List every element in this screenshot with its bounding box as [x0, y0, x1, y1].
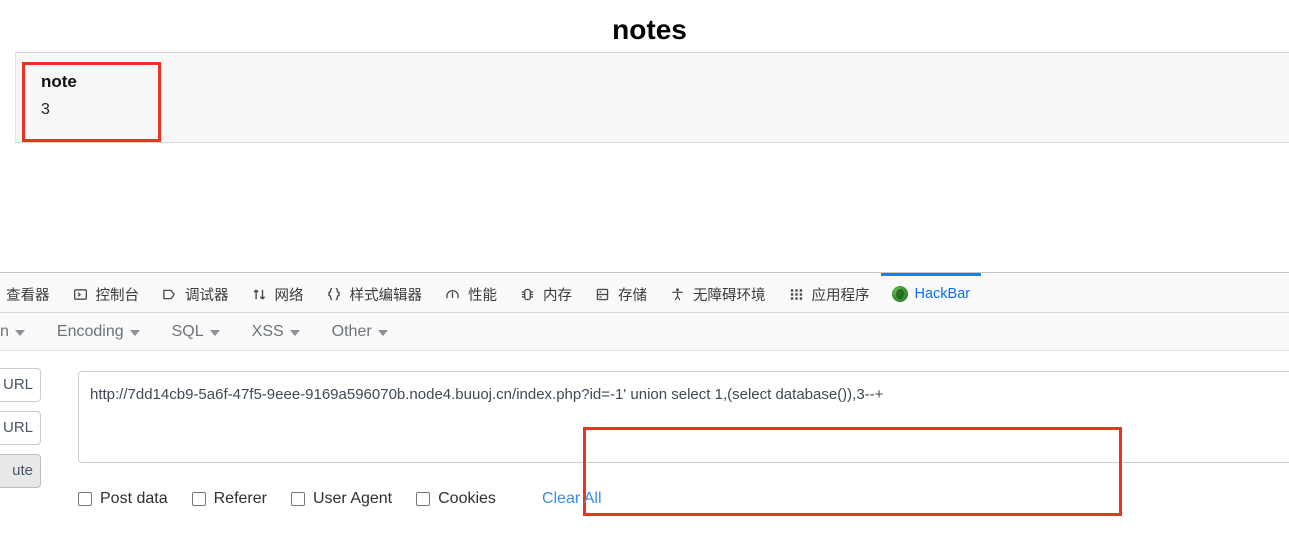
hackbar-menu-label: SQL — [171, 322, 204, 340]
devtools-tab-label: 应用程序 — [811, 287, 870, 304]
devtools-tab-style-editor[interactable]: 样式编辑器 — [315, 273, 434, 312]
hackbar-body: URL URL ute http://7dd14cb9-5a6f-47f5-9e… — [0, 351, 1289, 550]
load-url-button[interactable]: URL — [0, 368, 41, 402]
accessibility-icon — [669, 286, 686, 303]
devtools-tab-label: 控制台 — [95, 287, 140, 304]
debugger-icon — [161, 286, 178, 303]
chevron-down-icon — [14, 330, 25, 336]
option-referer[interactable]: Referer — [191, 490, 267, 508]
devtools-tab-label: 内存 — [543, 287, 572, 304]
hackbar-menu-label: Other — [331, 322, 372, 340]
hackbar-menu-label: XSS — [251, 322, 284, 340]
option-user-agent[interactable]: User Agent — [290, 490, 393, 508]
devtools-tab-hackbar[interactable]: HackBar — [880, 273, 982, 312]
console-icon — [72, 286, 89, 303]
style-editor-icon — [326, 286, 343, 303]
post-data-checkbox[interactable] — [78, 492, 92, 506]
split-url-button[interactable]: URL — [0, 411, 41, 445]
screenshot-root: notes note 3 查看器 控制台 调试器 网络 样式编辑器 性能 内存 … — [0, 0, 1289, 550]
devtools-tab-console[interactable]: 控制台 — [61, 273, 151, 312]
network-icon — [251, 286, 268, 303]
option-label: Post data — [100, 490, 168, 507]
option-label: Cookies — [438, 490, 496, 507]
hackbar-menu-load[interactable]: n — [0, 323, 41, 341]
devtools-tab-memory[interactable]: 内存 — [508, 273, 583, 312]
devtools-tab-performance[interactable]: 性能 — [433, 273, 508, 312]
referer-checkbox[interactable] — [191, 492, 206, 506]
option-label: User Agent — [312, 490, 393, 507]
devtools-panel: 查看器 控制台 调试器 网络 样式编辑器 性能 内存 存储 无障碍环境 应用程序… — [0, 272, 1289, 550]
hackbar-menu-label: Encoding — [56, 322, 124, 340]
hackbar-options-row: Post data Referer User Agent Cookies Cle… — [78, 484, 602, 514]
devtools-tab-storage[interactable]: 存储 — [583, 273, 658, 312]
devtools-tab-network[interactable]: 网络 — [240, 273, 315, 312]
devtools-tab-label: 调试器 — [185, 287, 229, 304]
devtools-tab-inspector[interactable]: 查看器 — [0, 273, 61, 312]
devtools-tabbar: 查看器 控制台 调试器 网络 样式编辑器 性能 内存 存储 无障碍环境 应用程序… — [0, 273, 1289, 313]
devtools-tab-label: 无障碍环境 — [693, 287, 766, 304]
hackbar-menu-sql[interactable]: SQL — [156, 323, 236, 341]
devtools-tab-debugger[interactable]: 调试器 — [150, 273, 240, 312]
devtools-tab-label: 存储 — [618, 287, 647, 304]
memory-icon — [519, 286, 536, 303]
performance-icon — [444, 286, 461, 303]
devtools-tab-application[interactable]: 应用程序 — [777, 273, 881, 312]
hackbar-menubar: n Encoding SQL XSS Other — [0, 313, 1289, 351]
page-title: notes — [612, 14, 687, 45]
application-icon — [788, 286, 805, 303]
devtools-tab-label: HackBar — [914, 286, 971, 302]
clear-all-link[interactable]: Clear All — [542, 490, 602, 508]
execute-button[interactable]: ute — [0, 454, 41, 488]
url-input-value: http://7dd14cb9-5a6f-47f5-9eee-9169a5960… — [90, 386, 884, 403]
chevron-down-icon — [129, 330, 140, 336]
chevron-down-icon — [289, 330, 300, 336]
devtools-tab-label: 样式编辑器 — [349, 287, 423, 304]
notes-table-panel — [15, 52, 1289, 143]
table-cell-note-value: 3 — [41, 101, 50, 118]
option-post-data[interactable]: Post data — [78, 490, 168, 508]
devtools-tab-accessibility[interactable]: 无障碍环境 — [658, 273, 777, 312]
storage-icon — [594, 286, 611, 303]
devtools-tab-label: 网络 — [274, 287, 304, 304]
user-agent-checkbox[interactable] — [290, 492, 305, 506]
chevron-down-icon — [377, 330, 388, 336]
hackbar-menu-xss[interactable]: XSS — [236, 323, 316, 341]
hackbar-menu-encoding[interactable]: Encoding — [41, 323, 156, 341]
hackbar-menu-label: n — [0, 322, 9, 340]
devtools-tab-label: 查看器 — [6, 287, 50, 304]
hackbar-menu-other[interactable]: Other — [316, 323, 404, 341]
table-column-header-note: note — [41, 72, 77, 91]
cookies-checkbox[interactable] — [416, 492, 431, 506]
chevron-down-icon — [209, 330, 220, 336]
hackbar-icon — [891, 286, 908, 302]
option-label: Referer — [213, 490, 267, 507]
option-cookies[interactable]: Cookies — [416, 490, 496, 508]
devtools-tab-label: 性能 — [468, 287, 497, 304]
url-input[interactable]: http://7dd14cb9-5a6f-47f5-9eee-9169a5960… — [78, 371, 1289, 463]
